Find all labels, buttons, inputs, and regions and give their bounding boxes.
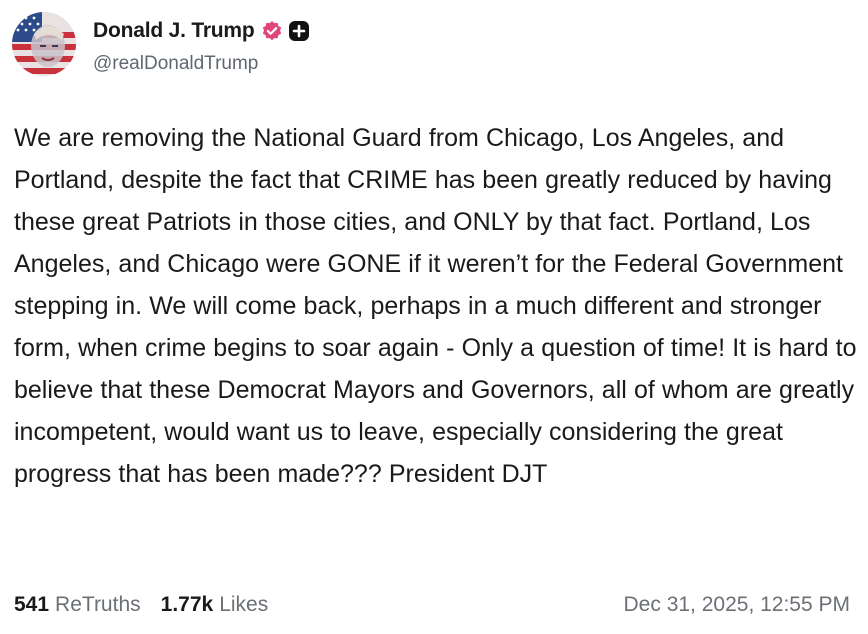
verified-badge-icon <box>261 20 283 42</box>
retruths-count: 541 <box>14 593 50 616</box>
post-timestamp[interactable]: Dec 31, 2025, 12:55 PM <box>624 593 850 617</box>
post-footer: 541 ReTruths 1.77k Likes Dec 31, 2025, 1… <box>14 588 850 622</box>
avatar-image <box>12 12 76 76</box>
plus-badge-icon <box>288 20 310 42</box>
retruths-stat[interactable]: 541 ReTruths <box>14 593 141 617</box>
likes-count: 1.77k <box>160 593 214 616</box>
retruths-label: ReTruths <box>55 593 141 616</box>
post-header: Donald J. Trump @realDonaldTrump <box>12 12 310 78</box>
likes-label: Likes <box>219 593 269 616</box>
post-body-text: We are removing the National Guard from … <box>14 124 857 488</box>
likes-stat[interactable]: 1.77k Likes <box>161 593 269 617</box>
avatar[interactable] <box>12 12 76 76</box>
author-info: Donald J. Trump @realDonaldTrump <box>93 18 310 75</box>
author-display-name[interactable]: Donald J. Trump <box>93 19 255 43</box>
name-row: Donald J. Trump <box>93 18 310 44</box>
author-handle[interactable]: @realDonaldTrump <box>93 53 310 75</box>
